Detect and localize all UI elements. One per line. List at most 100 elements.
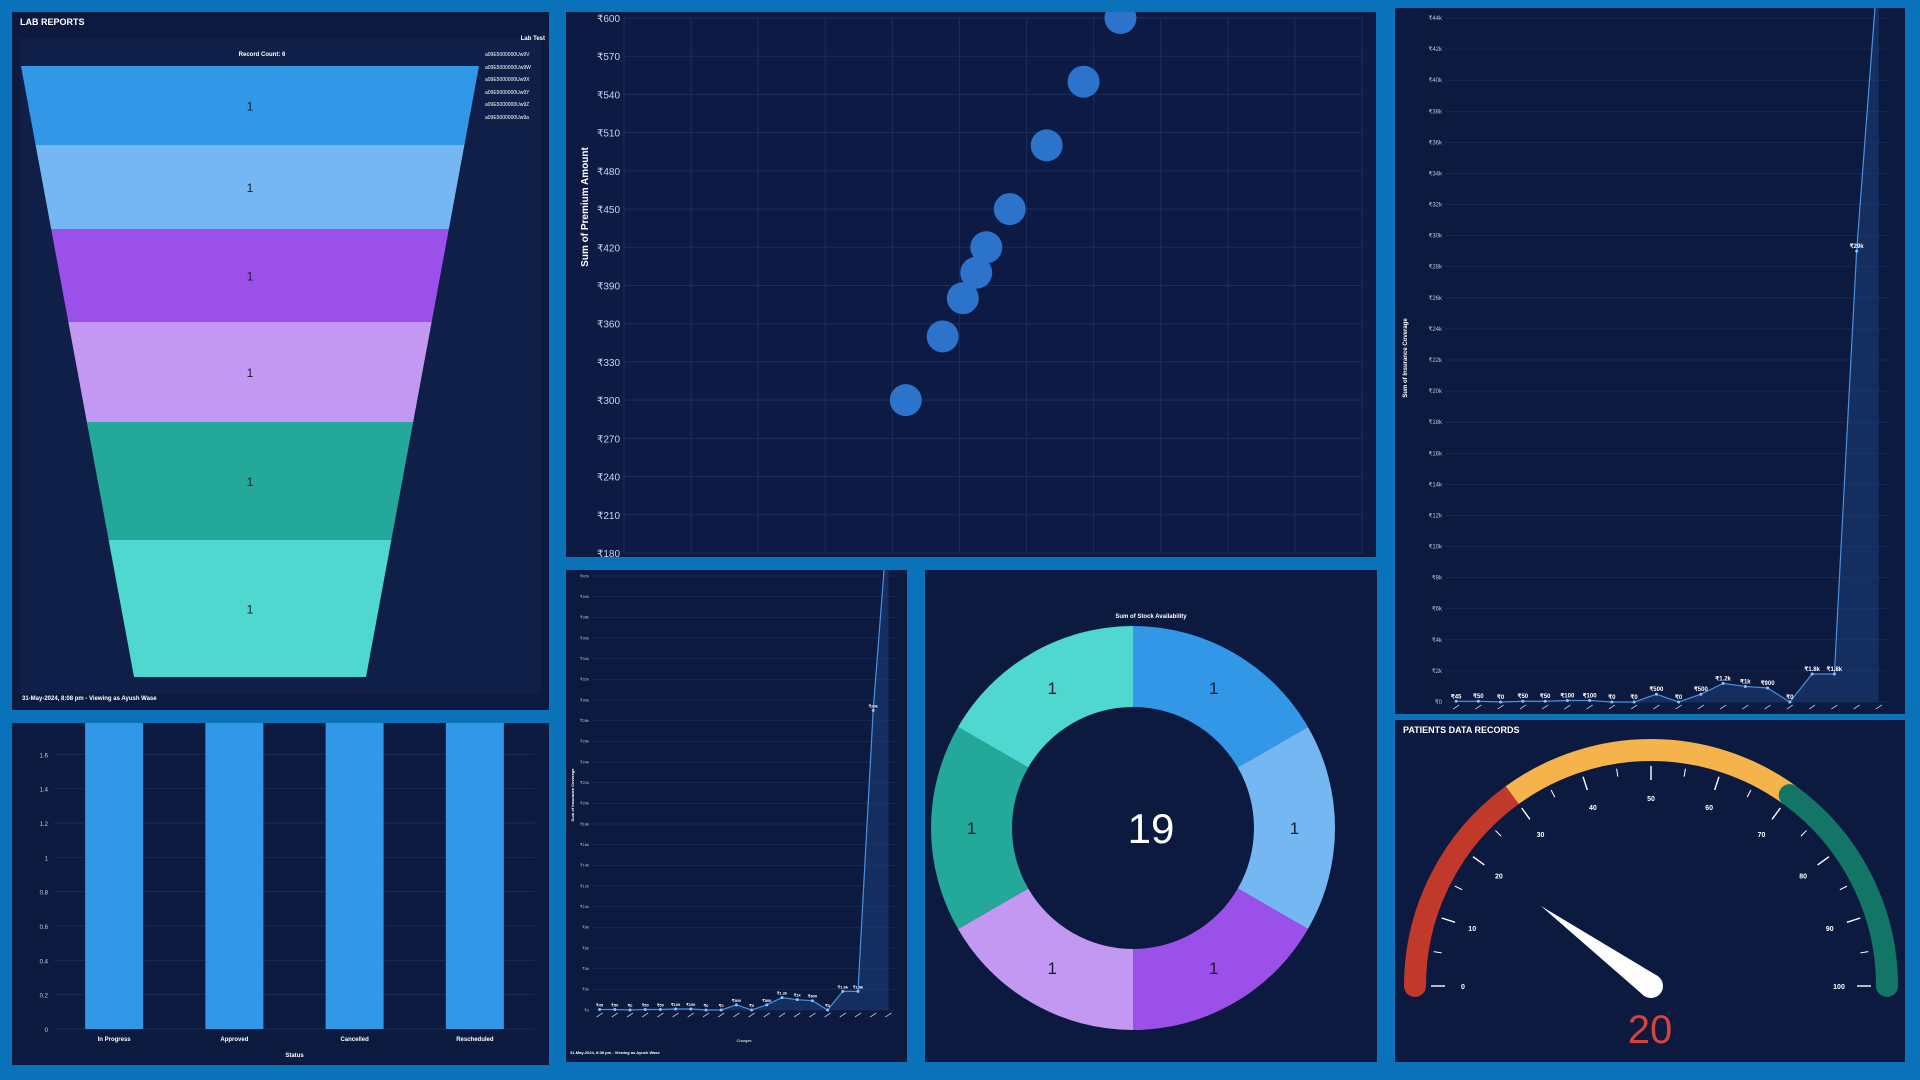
y-tick-label: ₹180 xyxy=(597,549,620,557)
data-label: ₹50 xyxy=(1518,693,1529,700)
data-label: ₹1k xyxy=(794,993,802,998)
x-tick-mark xyxy=(763,1012,771,1018)
scatter-point xyxy=(1067,65,1100,98)
y-tick-label: ₹270 xyxy=(597,434,620,445)
bar xyxy=(325,723,384,1029)
funnel-chart: 1 1 1 1 1 1 xyxy=(21,66,479,677)
y-tick-label: ₹20k xyxy=(1429,388,1443,395)
x-tick-mark xyxy=(1452,704,1460,710)
data-label: ₹100 xyxy=(1560,692,1574,699)
data-point xyxy=(598,1008,602,1012)
x-tick-mark xyxy=(1742,704,1749,710)
gauge-tick xyxy=(1860,951,1869,954)
x-tick-mark xyxy=(1675,704,1682,710)
x-tick-mark xyxy=(733,1012,740,1018)
data-label: ₹50 xyxy=(611,1002,619,1007)
x-tick-mark xyxy=(809,1012,816,1018)
x-tick-label: Rescheduled xyxy=(456,1037,494,1043)
data-label: ₹50 xyxy=(1540,693,1551,700)
data-label: ₹500 xyxy=(732,998,742,1003)
y-tick-label: ₹10k xyxy=(1429,544,1443,551)
y-tick-label: ₹22k xyxy=(580,780,589,785)
y-tick-label: ₹36k xyxy=(580,635,589,640)
y-tick-label: ₹14k xyxy=(1429,481,1443,488)
y-tick-label: ₹450 xyxy=(597,205,620,216)
y-axis-title: Sum of Insurance Coverage xyxy=(1403,318,1409,398)
scatter-point xyxy=(970,231,1003,264)
y-tick-label: ₹0 xyxy=(1435,699,1443,706)
gauge-tick xyxy=(1582,776,1589,791)
y-tick-label: ₹24k xyxy=(580,759,589,764)
y-axis-title: Sum of Insurance Coverage xyxy=(570,768,575,822)
gauge-tick-label: 50 xyxy=(1647,796,1655,803)
x-tick-mark xyxy=(793,1012,801,1018)
x-tick-label: In Progress xyxy=(98,1037,132,1043)
slice-label: 1 xyxy=(1048,959,1057,978)
data-point xyxy=(871,708,875,712)
y-tick-label: ₹34k xyxy=(580,656,589,661)
y-tick-label: ₹38k xyxy=(580,615,589,620)
x-tick-mark xyxy=(1653,704,1660,710)
data-point xyxy=(719,1008,723,1012)
patients-gauge-panel: PATIENTS DATA RECORDS 0 10 20 30 40 50 60 70 80 9… xyxy=(1395,720,1905,1062)
data-label: ₹0 xyxy=(1497,694,1505,701)
gauge-tick xyxy=(1846,917,1861,924)
y-tick-label: ₹8k xyxy=(582,925,589,930)
x-axis-title: Charges xyxy=(736,1038,751,1043)
data-label: ₹45 xyxy=(596,1003,604,1008)
scatter-point xyxy=(1030,129,1063,162)
gauge-tick-label: 100 xyxy=(1833,984,1845,991)
data-point xyxy=(674,1007,678,1011)
x-tick-mark xyxy=(1697,704,1705,710)
scatter-point xyxy=(926,320,959,353)
y-tick-label: ₹210 xyxy=(597,511,620,522)
gauge-tick xyxy=(1433,951,1442,954)
slice-label: 1 xyxy=(1048,679,1057,698)
y-tick-label: 0.2 xyxy=(40,994,49,1000)
data-point xyxy=(841,989,845,993)
y-tick-label: ₹4k xyxy=(582,966,589,971)
donut-center-value: 19 xyxy=(1127,805,1175,852)
data-label: ₹1.8k xyxy=(853,984,864,989)
data-label: ₹1.2k xyxy=(777,991,788,996)
data-point xyxy=(658,1007,662,1011)
data-point xyxy=(750,1008,754,1012)
y-tick-label: ₹36k xyxy=(1429,139,1443,146)
x-tick-mark xyxy=(1519,704,1527,710)
x-tick-mark xyxy=(641,1012,649,1018)
y-tick-label: ₹34k xyxy=(1429,170,1443,177)
y-tick-label: ₹18k xyxy=(1429,419,1443,426)
y-tick-label: ₹2k xyxy=(582,987,589,992)
data-label: ₹29k xyxy=(1850,243,1864,250)
area-fill xyxy=(1456,8,1879,702)
y-axis-title: Sum of Premium Amount xyxy=(580,147,591,267)
y-tick-label: 1.8 xyxy=(40,723,49,725)
y-tick-label: ₹40k xyxy=(580,594,589,599)
x-tick-mark xyxy=(1475,704,1482,710)
x-tick-mark xyxy=(657,1012,664,1018)
y-tick-label: ₹22k xyxy=(1429,357,1443,364)
gauge-tick xyxy=(1550,789,1556,798)
y-tick-label: ₹12k xyxy=(580,883,589,888)
stock-donut-panel: Sum of Stock Availability 111111 19 xyxy=(925,570,1377,1062)
area-fill xyxy=(599,570,889,1010)
y-tick-label: ₹8k xyxy=(1432,575,1443,582)
gauge-value: 20 xyxy=(1627,1008,1673,1052)
data-label: ₹50 xyxy=(1473,693,1484,700)
bar xyxy=(85,723,144,1029)
y-tick-label: ₹390 xyxy=(597,282,620,293)
funnel-stage-label: 1 xyxy=(247,603,254,617)
x-tick-label: Cancelled xyxy=(340,1037,369,1043)
y-tick-label: ₹44k xyxy=(1429,15,1443,22)
y-tick-label: ₹26k xyxy=(580,739,589,744)
y-tick-label: 0 xyxy=(45,1028,49,1034)
x-tick-mark xyxy=(1630,704,1638,710)
x-tick-mark xyxy=(596,1012,603,1018)
data-label: ₹0 xyxy=(1675,694,1683,701)
data-label: ₹900 xyxy=(808,994,818,999)
data-point xyxy=(734,1003,738,1007)
gauge-tick-label: 40 xyxy=(1589,805,1597,812)
gauge-tick-label: 60 xyxy=(1705,805,1713,812)
gauge-band xyxy=(1404,784,1524,997)
data-label: ₹0 xyxy=(825,1003,831,1008)
